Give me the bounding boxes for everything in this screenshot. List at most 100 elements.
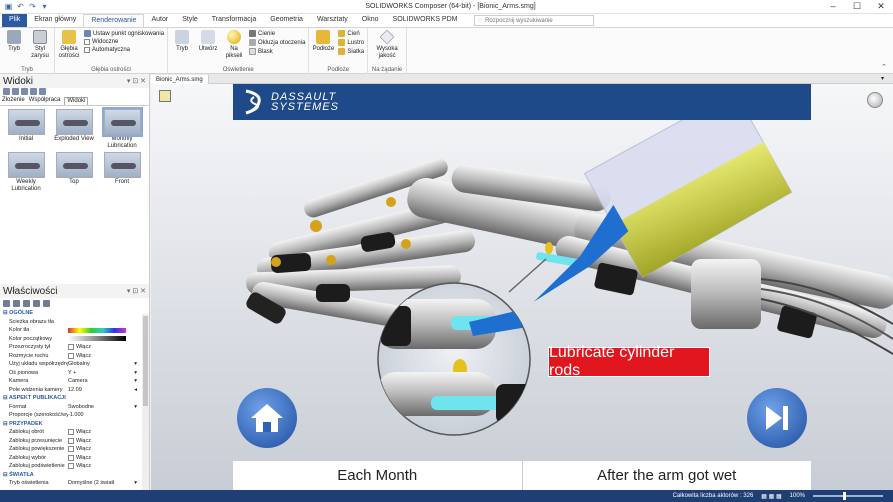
view-thumbnail-selected[interactable]: Monthly Lubrication	[99, 107, 145, 150]
view-settings-icon[interactable]	[39, 88, 46, 95]
color-swatch[interactable]	[68, 336, 126, 342]
pin-icon[interactable]: ▾ ⊡ ✕	[127, 77, 149, 85]
ground-button[interactable]: Podłoże	[312, 30, 334, 65]
property-row[interactable]: Ścieżka obrazu tła	[0, 318, 149, 327]
home-button[interactable]	[237, 388, 297, 448]
play-view-icon[interactable]	[30, 88, 37, 95]
undo-icon[interactable]: ↶	[16, 2, 25, 11]
property-value[interactable]: Y + ▾	[68, 370, 149, 376]
property-row[interactable]: Proporcje (szerokość/wys...-1.000	[0, 411, 149, 420]
set-focus-point-button[interactable]: Ustaw punkt ogniskowania	[84, 30, 164, 37]
property-value[interactable]: Włącz	[68, 344, 149, 351]
property-row[interactable]: Kolor początkowy	[0, 335, 149, 344]
customize-dropdown-icon[interactable]: ▾	[40, 2, 49, 11]
tab-transformacja[interactable]: Transformacja	[205, 14, 263, 27]
create-light-button[interactable]: Utwórz	[197, 30, 219, 65]
filter-icon[interactable]	[13, 300, 20, 307]
property-checkbox[interactable]	[68, 446, 74, 453]
property-checkbox[interactable]	[68, 437, 74, 444]
tab-autor[interactable]: Autor	[144, 14, 175, 27]
tab-widoki[interactable]: Widoki	[64, 97, 89, 105]
tab-solidworks-pdm[interactable]: SOLIDWORKS PDM	[386, 14, 465, 27]
tab-okno[interactable]: Okno	[355, 14, 386, 27]
tab-wspolpraca[interactable]: Współpraca	[29, 97, 61, 105]
per-pixel-button[interactable]: Na pikseli	[223, 30, 245, 65]
property-value[interactable]: Włącz	[68, 463, 149, 470]
update-view-icon[interactable]	[12, 88, 19, 95]
slider-handle-icon[interactable]: ◂	[134, 387, 137, 393]
automatic-checkbox[interactable]: Automatyczna	[84, 47, 164, 53]
view-thumbnail[interactable]: Initial	[3, 109, 49, 150]
tab-renderowanie[interactable]: Renderowanie	[83, 14, 145, 27]
view-thumbnail[interactable]: Exploded View	[51, 109, 97, 150]
glow-option[interactable]: Blask	[249, 48, 305, 55]
property-checkbox[interactable]	[68, 344, 74, 351]
property-value[interactable]: -1.000	[68, 412, 149, 418]
view-thumbnail[interactable]: Top	[51, 152, 97, 193]
property-value[interactable]: Włącz	[68, 437, 149, 444]
property-section-header[interactable]: ⊟ ŚWIATŁA	[0, 471, 149, 480]
collapse-ribbon-icon[interactable]: ⌃	[881, 63, 887, 71]
mirror-option[interactable]: Lustro	[338, 39, 364, 46]
property-value[interactable]: Włącz	[68, 446, 149, 453]
create-view-icon[interactable]	[3, 88, 10, 95]
ambient-occlusion-option[interactable]: Okluzja otoczenia	[249, 39, 305, 46]
property-section-header[interactable]: ⊟ OGÓLNE	[0, 309, 149, 318]
minimize-button[interactable]: –	[821, 1, 845, 12]
property-row[interactable]: Format Swobodne ▾	[0, 403, 149, 412]
navigation-cube-icon[interactable]	[867, 92, 883, 108]
sort-icon[interactable]	[3, 300, 10, 307]
property-row[interactable]: Kolor tła	[0, 326, 149, 335]
visible-checkbox-box[interactable]	[84, 39, 90, 45]
select-mode-icon[interactable]	[159, 90, 171, 102]
view-thumbnail[interactable]: Front	[99, 152, 145, 193]
dropdown-arrow-icon[interactable]: ▾	[134, 361, 137, 367]
view-thumbnail[interactable]: Weekly Lubrication	[3, 152, 49, 193]
tab-warsztaty[interactable]: Warsztaty	[310, 14, 355, 27]
document-options-icon[interactable]: ▾	[876, 74, 889, 84]
next-button[interactable]	[747, 388, 807, 448]
color-swatch[interactable]	[68, 327, 126, 333]
property-value[interactable]: Włącz	[68, 454, 149, 461]
tab-zlozenie[interactable]: Złożenie	[2, 97, 25, 105]
property-row[interactable]: Oś pionowa Y + ▾	[0, 369, 149, 378]
ground-shadow-option[interactable]: Cień	[338, 30, 364, 37]
property-row[interactable]: Przezroczysty tył Włącz	[0, 343, 149, 352]
visible-checkbox[interactable]: Widoczne	[84, 39, 164, 45]
automatic-checkbox-box[interactable]	[84, 47, 90, 53]
property-value[interactable]: Włącz	[68, 352, 149, 359]
property-value[interactable]: Camera ▾	[68, 378, 149, 384]
property-value[interactable]: Domyślne (2 światł ▾	[68, 480, 149, 486]
property-row[interactable]: Rozmycie ruchu Włącz	[0, 352, 149, 361]
dropdown-arrow-icon[interactable]: ▾	[134, 370, 137, 376]
property-value[interactable]	[68, 327, 149, 333]
outline-style-button[interactable]: Styl zarysu	[29, 30, 51, 65]
property-value[interactable]: Swobodne ▾	[68, 404, 149, 410]
pin-icon[interactable]: ▾ ⊡ ✕	[127, 287, 149, 295]
property-value[interactable]	[68, 336, 149, 342]
tryb-button[interactable]: Tryb	[3, 30, 25, 65]
property-row[interactable]: Zablokuj przesunięcie Włącz	[0, 437, 149, 446]
maximize-button[interactable]: ☐	[845, 1, 869, 12]
property-row[interactable]: Zablokuj obrót Włącz	[0, 428, 149, 437]
property-checkbox[interactable]	[68, 454, 74, 461]
shadows-option[interactable]: Cienie	[249, 30, 305, 37]
property-section-header[interactable]: ⊟ PRZYPADEK	[0, 420, 149, 429]
property-checkbox[interactable]	[68, 352, 74, 359]
property-value[interactable]: Globalny ▾	[68, 361, 149, 367]
properties-scrollbar[interactable]	[142, 314, 149, 494]
depth-of-field-button[interactable]: Głębia ostrości	[58, 30, 80, 65]
dropdown-arrow-icon[interactable]: ▾	[134, 378, 137, 384]
property-row[interactable]: Zablokuj wybór Włącz	[0, 454, 149, 463]
property-row[interactable]: Pole widzenia kamery 12.09 ◂	[0, 386, 149, 395]
style-icon[interactable]	[33, 300, 40, 307]
property-value[interactable]: Włącz	[68, 429, 149, 436]
tab-ekran-glowny[interactable]: Ekran główny	[27, 14, 83, 27]
apply-icon[interactable]	[43, 300, 50, 307]
property-value[interactable]: 12.09 ◂	[68, 387, 149, 393]
dropdown-arrow-icon[interactable]: ▾	[134, 404, 137, 410]
high-quality-button[interactable]: Wysoka jakość	[371, 29, 403, 65]
zoom-slider[interactable]	[813, 492, 883, 500]
property-row[interactable]: Zablokuj powiększenie Włącz	[0, 445, 149, 454]
grid-option[interactable]: Siatka	[338, 48, 364, 55]
